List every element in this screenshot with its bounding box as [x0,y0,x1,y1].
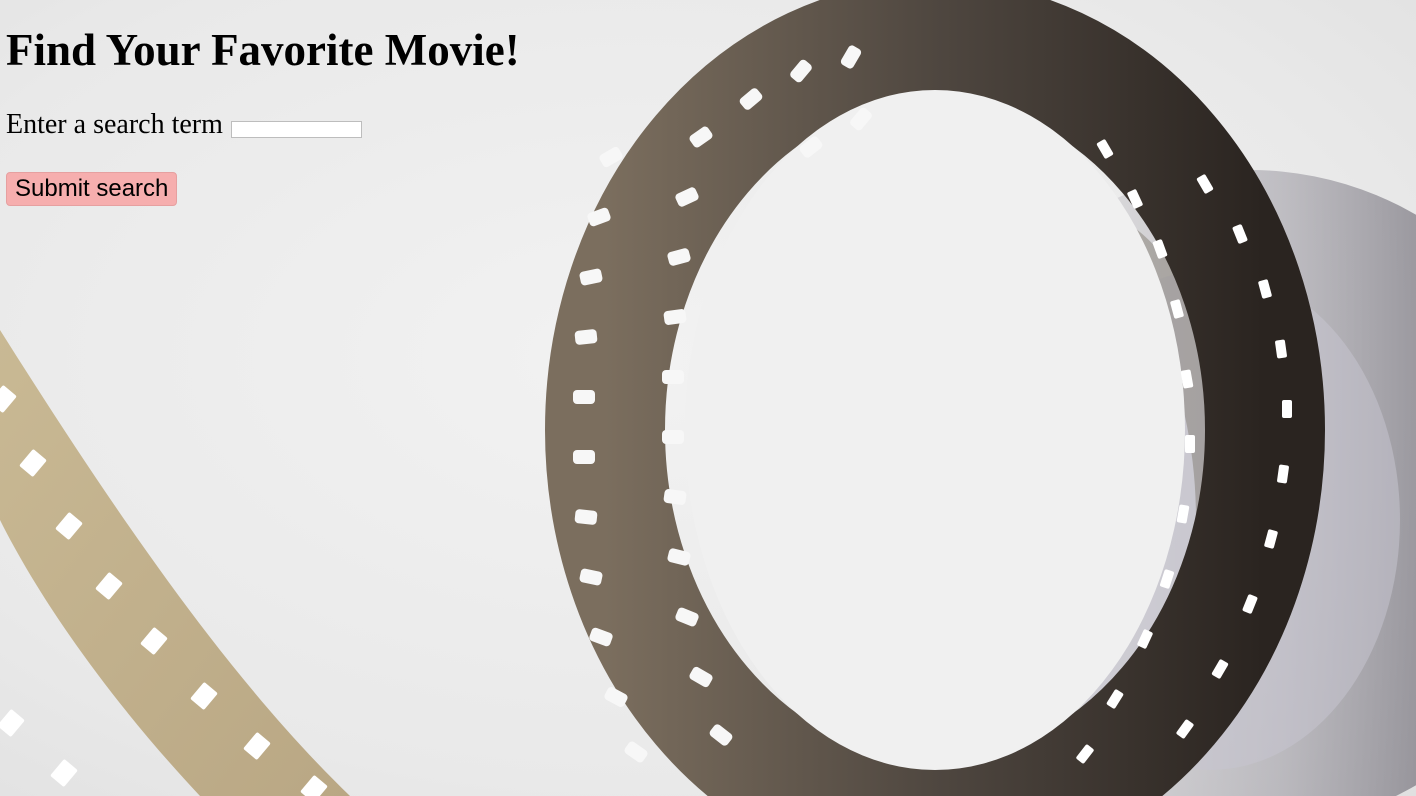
search-form-row: Enter a search term [6,108,362,142]
search-input[interactable] [230,120,362,138]
search-label: Enter a search term [6,109,223,140]
submit-search-button[interactable]: Submit search [6,172,178,206]
page-title: Find Your Favorite Movie! [6,25,520,75]
